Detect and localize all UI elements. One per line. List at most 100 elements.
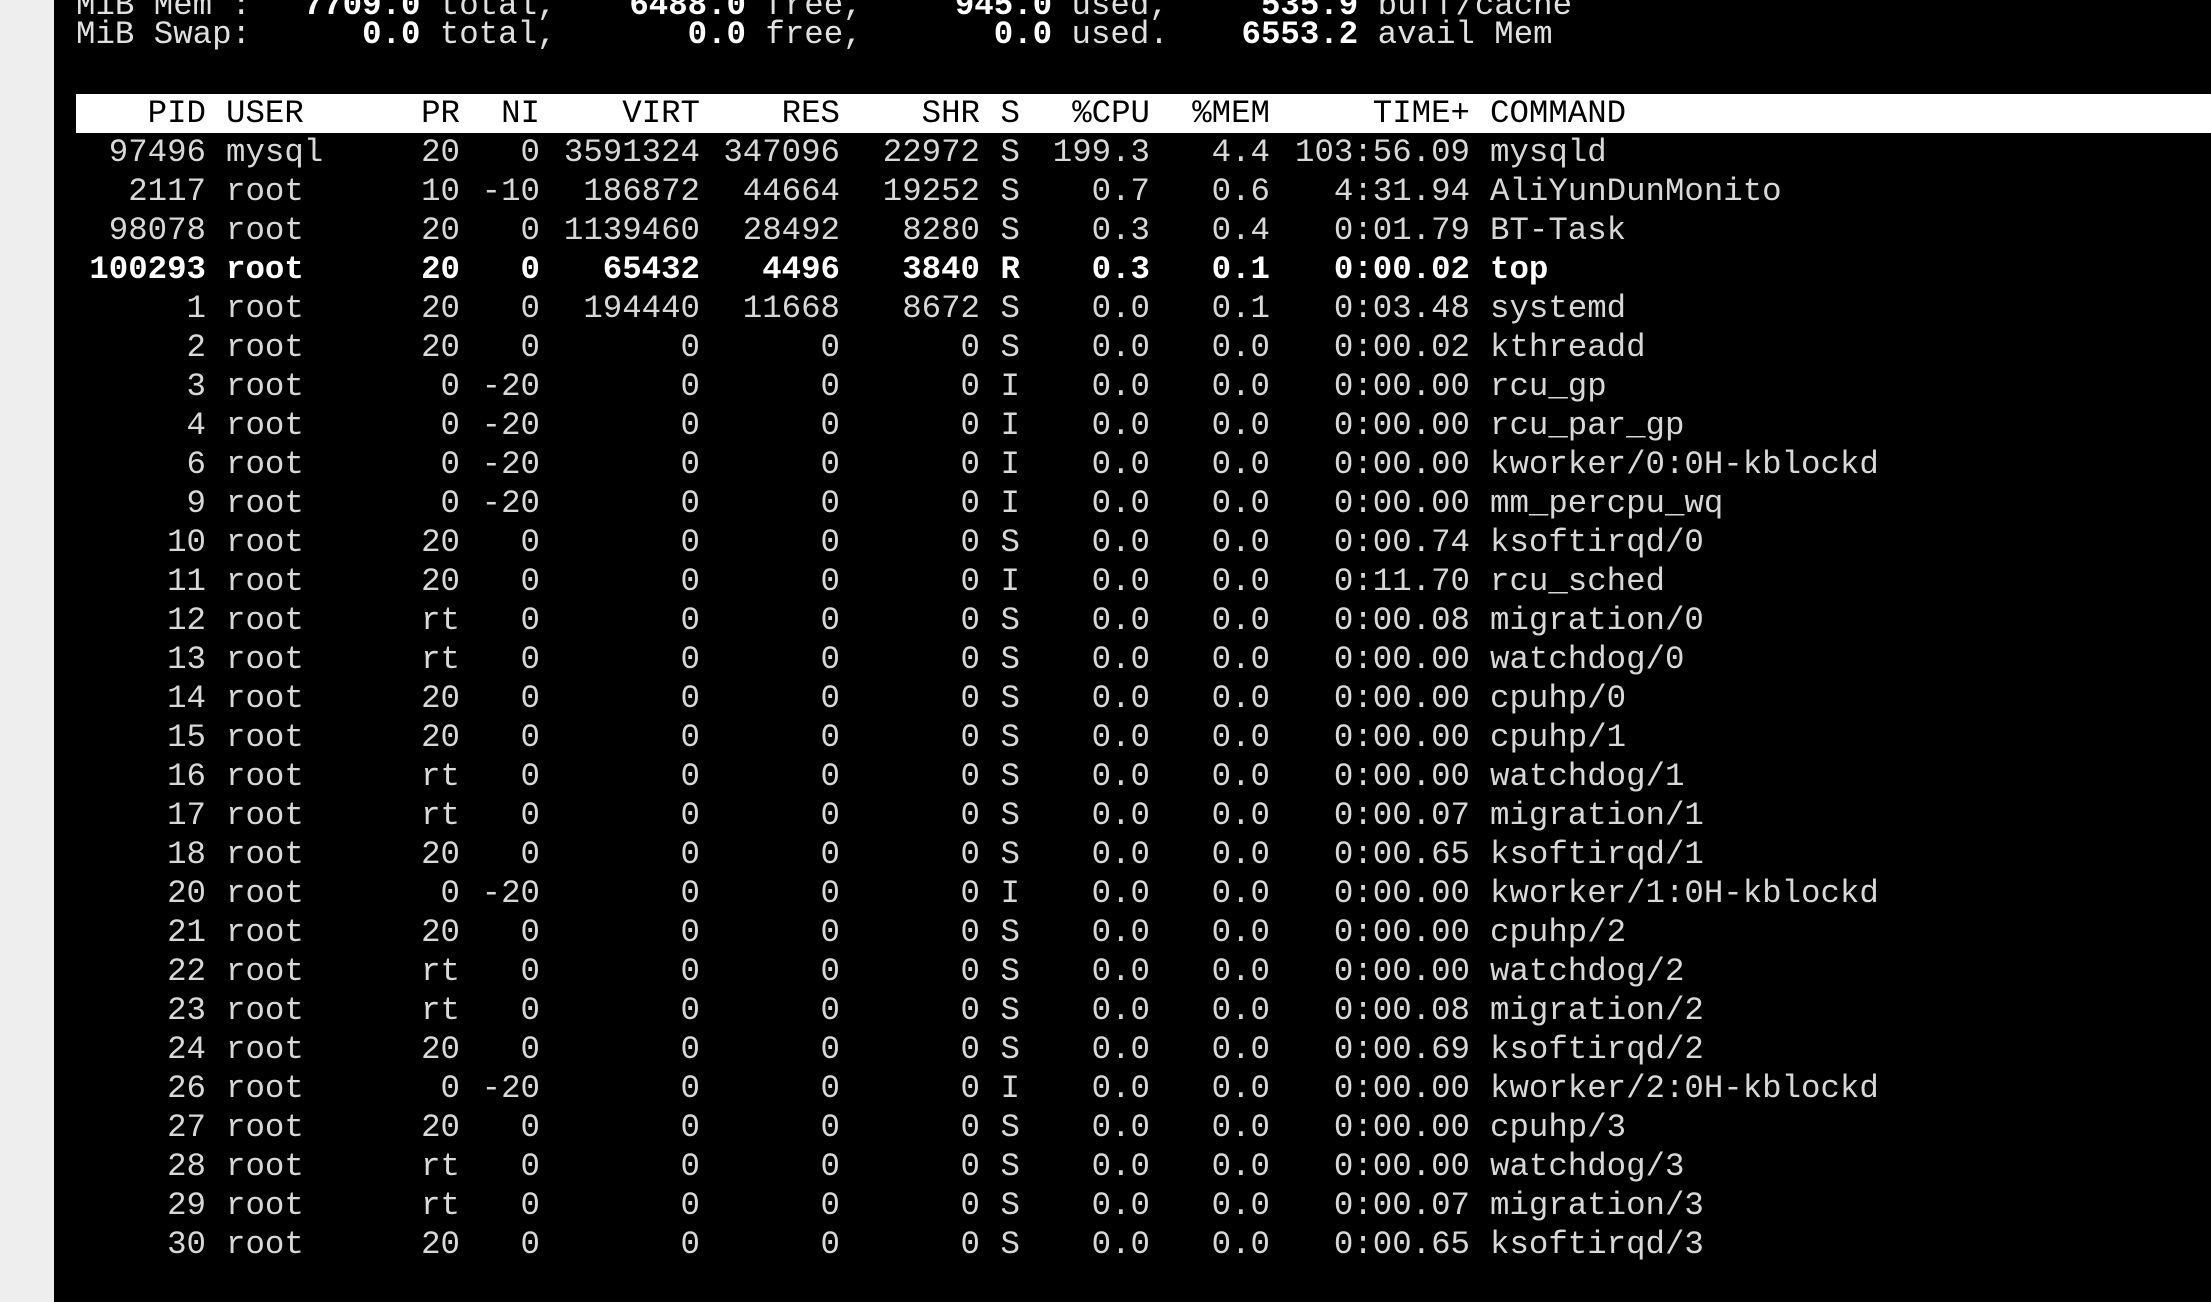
cell-user: root	[226, 212, 304, 249]
cell-s: I	[1000, 368, 1020, 405]
table-row[interactable]: 14 root 20 0 0 0 0 S 0.0 0.0 0:00.00 cpuhp/0	[76, 679, 1970, 718]
cell-time: 0:00.00	[1333, 680, 1470, 717]
table-row[interactable]: 15 root 20 0 0 0 0 S 0.0 0.0 0:00.00 cpuhp/1	[76, 718, 1970, 757]
table-row[interactable]: 28 root rt 0 0 0 0 S 0.0 0.0 0:00.00 watchdog/3	[76, 1147, 1970, 1186]
cell-cpu: 0.0	[1091, 602, 1150, 639]
table-row[interactable]: 30 root 20 0 0 0 0 S 0.0 0.0 0:00.65 ksoftirqd/3	[76, 1225, 1970, 1264]
cell-pr: rt	[421, 602, 460, 639]
cell-pid: 22	[167, 953, 206, 990]
cell-res: 0	[820, 914, 840, 951]
col-cpu: %CPU	[1072, 95, 1150, 132]
table-row[interactable]: 10 root 20 0 0 0 0 S 0.0 0.0 0:00.74 ksoftirqd/0	[76, 523, 1970, 562]
cell-res: 347096	[723, 134, 840, 171]
table-row[interactable]: 97496 mysql 20 0 3591324 347096 22972 S 199.3 4.4…	[76, 133, 1970, 172]
table-row[interactable]: 100293 root 20 0 65432 4496 3840 R 0.3 0.1 0:00.02…	[76, 250, 1970, 289]
cell-mem: 0.0	[1211, 836, 1270, 873]
cell-pr: 0	[440, 446, 460, 483]
cell-pr: rt	[421, 1148, 460, 1185]
table-row[interactable]: 27 root 20 0 0 0 0 S 0.0 0.0 0:00.00 cpuhp/3	[76, 1108, 1970, 1147]
cell-pr: 20	[421, 914, 460, 951]
cell-ni: 0	[520, 1031, 540, 1068]
table-row[interactable]: 12 root rt 0 0 0 0 S 0.0 0.0 0:00.08 migration/0	[76, 601, 1970, 640]
table-row[interactable]: 26 root 0 -20 0 0 0 I 0.0 0.0 0:00.00 kworker/2:0H-…	[76, 1069, 1970, 1108]
table-row[interactable]: 6 root 0 -20 0 0 0 I 0.0 0.0 0:00.00 kworker/0:0H-k…	[76, 445, 1970, 484]
cell-ni: 0	[520, 1148, 540, 1185]
cell-shr: 0	[960, 680, 980, 717]
col-res: RES	[781, 95, 840, 132]
cell-command: cpuhp/2	[1490, 914, 1627, 951]
cell-cpu: 0.0	[1091, 329, 1150, 366]
cell-command: ksoftirqd/2	[1490, 1031, 1704, 1068]
swap-free-label: free,	[765, 16, 863, 53]
cell-shr: 0	[960, 1187, 980, 1224]
cell-ni: 0	[520, 758, 540, 795]
cell-virt: 0	[680, 680, 700, 717]
cell-user: mysql	[226, 134, 324, 171]
table-row[interactable]: 20 root 0 -20 0 0 0 I 0.0 0.0 0:00.00 kworker/1:0H-…	[76, 874, 1970, 913]
cell-time: 0:00.00	[1333, 485, 1470, 522]
cell-time: 0:00.65	[1333, 1226, 1470, 1263]
cell-mem: 0.0	[1211, 524, 1270, 561]
table-row[interactable]: 24 root 20 0 0 0 0 S 0.0 0.0 0:00.69 ksoftirqd/2	[76, 1030, 1970, 1069]
cell-time: 0:00.00	[1333, 446, 1470, 483]
cell-time: 0:00.74	[1333, 524, 1470, 561]
cell-shr: 0	[960, 641, 980, 678]
cell-pid: 13	[167, 641, 206, 678]
cell-command: ksoftirqd/0	[1490, 524, 1704, 561]
cell-s: S	[1000, 1109, 1020, 1146]
cell-pr: 10	[421, 173, 460, 210]
table-row[interactable]: 18 root 20 0 0 0 0 S 0.0 0.0 0:00.65 ksoftirqd/1	[76, 835, 1970, 874]
table-row[interactable]: 21 root 20 0 0 0 0 S 0.0 0.0 0:00.00 cpuhp/2	[76, 913, 1970, 952]
cell-pr: 0	[440, 485, 460, 522]
cell-res: 0	[820, 524, 840, 561]
table-row[interactable]: 16 root rt 0 0 0 0 S 0.0 0.0 0:00.00 watchdog/1	[76, 757, 1970, 796]
table-row[interactable]: 9 root 0 -20 0 0 0 I 0.0 0.0 0:00.00 mm_percpu_wq	[76, 484, 1970, 523]
cell-user: root	[226, 875, 304, 912]
cell-pid: 97496	[108, 134, 206, 171]
cell-user: root	[226, 641, 304, 678]
table-row[interactable]: 22 root rt 0 0 0 0 S 0.0 0.0 0:00.00 watchdog/2	[76, 952, 1970, 991]
cell-pid: 29	[167, 1187, 206, 1224]
cell-s: S	[1000, 329, 1020, 366]
cell-time: 0:03.48	[1333, 290, 1470, 327]
cell-time: 0:00.08	[1333, 992, 1470, 1029]
cell-pr: 20	[421, 212, 460, 249]
cell-time: 0:00.00	[1333, 875, 1470, 912]
cell-mem: 0.0	[1211, 914, 1270, 951]
table-row[interactable]: 4 root 0 -20 0 0 0 I 0.0 0.0 0:00.00 rcu_par_gp	[76, 406, 1970, 445]
cell-res: 0	[820, 1070, 840, 1107]
cell-res: 0	[820, 836, 840, 873]
cell-cpu: 0.0	[1091, 953, 1150, 990]
cell-mem: 0.0	[1211, 485, 1270, 522]
cell-user: root	[226, 602, 304, 639]
cell-pid: 100293	[89, 251, 206, 288]
cell-s: S	[1000, 290, 1020, 327]
table-row[interactable]: 2117 root 10 -10 186872 44664 19252 S 0.7 0.6 4:31…	[76, 172, 1970, 211]
cell-time: 0:00.08	[1333, 602, 1470, 639]
terminal-window[interactable]: MiB Mem : 7709.0 total, 6488.0 free, 945…	[54, 0, 2211, 1302]
table-row[interactable]: 1 root 20 0 194440 11668 8672 S 0.0 0.1 0:03.48 sys…	[76, 289, 1970, 328]
cell-pid: 30	[167, 1226, 206, 1263]
table-row[interactable]: 29 root rt 0 0 0 0 S 0.0 0.0 0:00.07 migration/3	[76, 1186, 1970, 1225]
cell-res: 0	[820, 641, 840, 678]
table-row[interactable]: 2 root 20 0 0 0 0 S 0.0 0.0 0:00.02 kthreadd	[76, 328, 1970, 367]
cell-user: root	[226, 1187, 304, 1224]
cell-pid: 20	[167, 875, 206, 912]
cell-pr: 20	[421, 563, 460, 600]
cell-user: root	[226, 1148, 304, 1185]
cell-virt: 0	[680, 446, 700, 483]
table-row[interactable]: 17 root rt 0 0 0 0 S 0.0 0.0 0:00.07 migration/1	[76, 796, 1970, 835]
cell-ni: 0	[520, 641, 540, 678]
table-row[interactable]: 98078 root 20 0 1139460 28492 8280 S 0.3 0.4 0:01.…	[76, 211, 1970, 250]
table-row[interactable]: 3 root 0 -20 0 0 0 I 0.0 0.0 0:00.00 rcu_gp	[76, 367, 1970, 406]
cell-ni: 0	[520, 329, 540, 366]
table-row[interactable]: 13 root rt 0 0 0 0 S 0.0 0.0 0:00.00 watchdog/0	[76, 640, 1970, 679]
cell-pid: 2117	[128, 173, 206, 210]
cell-user: root	[226, 836, 304, 873]
cell-mem: 0.0	[1211, 992, 1270, 1029]
cell-virt: 194440	[583, 290, 700, 327]
window-left-margin	[0, 0, 54, 1302]
table-row[interactable]: 23 root rt 0 0 0 0 S 0.0 0.0 0:00.08 migration/2	[76, 991, 1970, 1030]
cell-res: 0	[820, 1226, 840, 1263]
table-row[interactable]: 11 root 20 0 0 0 0 I 0.0 0.0 0:11.70 rcu_sched	[76, 562, 1970, 601]
